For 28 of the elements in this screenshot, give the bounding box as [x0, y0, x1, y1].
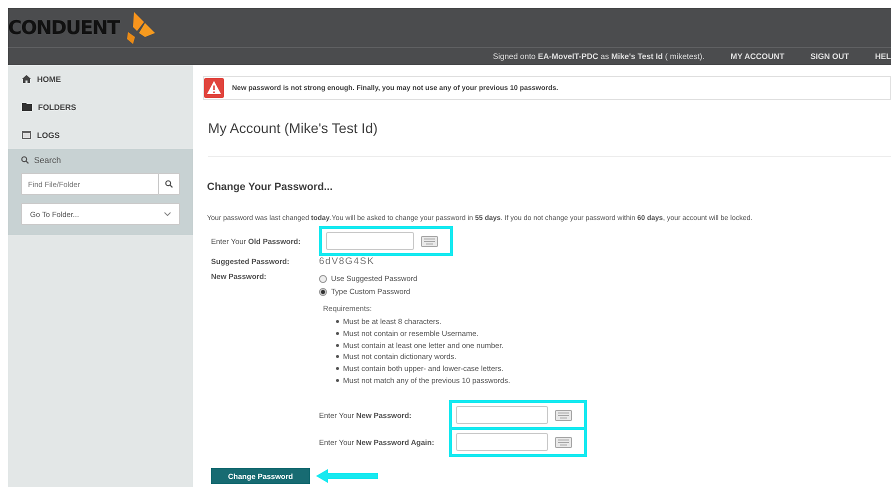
signed-in-text: Signed onto EA-MoveIT-PDC as Mike's Test Id ( miketest).	[492, 52, 705, 62]
sidebar-item[interactable]: HOME	[8, 65, 193, 93]
new-password-field[interactable]	[456, 433, 548, 452]
keyboard-icon[interactable]	[421, 236, 438, 246]
folder-icon	[22, 103, 32, 111]
search-button[interactable]	[158, 173, 180, 195]
keyboard-icon[interactable]	[555, 436, 572, 448]
home-icon	[22, 75, 31, 83]
nav-link[interactable]: HEL	[875, 52, 891, 62]
old-password-field[interactable]	[326, 232, 414, 250]
suggested-password: 6dV8G4SK	[319, 256, 375, 267]
radio-icon[interactable]	[319, 288, 327, 296]
section-title: Change Your Password...	[207, 181, 334, 193]
logo-text: CONDUENT	[8, 16, 120, 39]
chevron-down-icon	[164, 212, 171, 216]
new-password-field[interactable]	[456, 406, 548, 424]
sidebar-item[interactable]: LOGS	[8, 121, 193, 149]
calendar-icon	[22, 131, 31, 139]
keyboard-icon[interactable]	[555, 410, 572, 421]
radio-icon[interactable]	[319, 274, 327, 282]
search-icon	[21, 156, 29, 164]
nav-link[interactable]: MY ACCOUNT	[730, 52, 784, 62]
search-heading: Search	[21, 155, 180, 165]
warning-icon	[204, 78, 224, 98]
sidebar-item[interactable]: FOLDERS	[8, 93, 193, 121]
search-icon	[165, 180, 173, 188]
nav-link[interactable]: SIGN OUT	[810, 52, 849, 62]
page-title: My Account (Mike's Test Id)	[208, 120, 379, 138]
